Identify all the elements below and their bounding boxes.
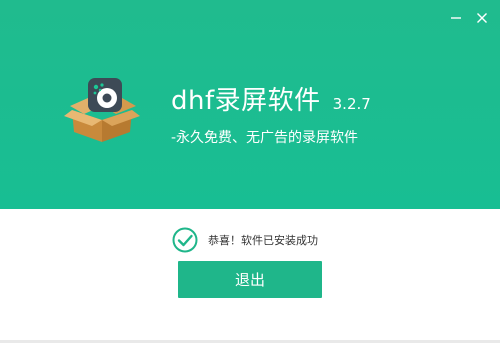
- minimize-icon: [451, 17, 461, 19]
- installer-body: 恭喜！软件已安装成功 退出: [0, 209, 500, 343]
- app-tagline: -永久免费、无广告的录屏软件: [171, 130, 359, 146]
- software-box-icon: [64, 78, 140, 142]
- installer-window: dhf录屏软件 3.2.7 -永久免费、无广告的录屏软件 恭喜！软件已安装成功 …: [0, 0, 500, 343]
- app-name: dhf录屏软件: [171, 86, 321, 116]
- minimize-button[interactable]: [448, 10, 464, 26]
- close-button[interactable]: [474, 10, 490, 26]
- installer-header: dhf录屏软件 3.2.7 -永久免费、无广告的录屏软件: [0, 0, 500, 209]
- app-title: dhf录屏软件 3.2.7: [171, 80, 371, 116]
- install-status: 恭喜！软件已安装成功: [172, 226, 318, 254]
- app-version: 3.2.7: [332, 95, 371, 113]
- close-icon: [477, 13, 487, 23]
- status-message: 恭喜！软件已安装成功: [208, 234, 318, 247]
- exit-button[interactable]: 退出: [178, 261, 322, 298]
- check-circle-icon: [172, 227, 198, 253]
